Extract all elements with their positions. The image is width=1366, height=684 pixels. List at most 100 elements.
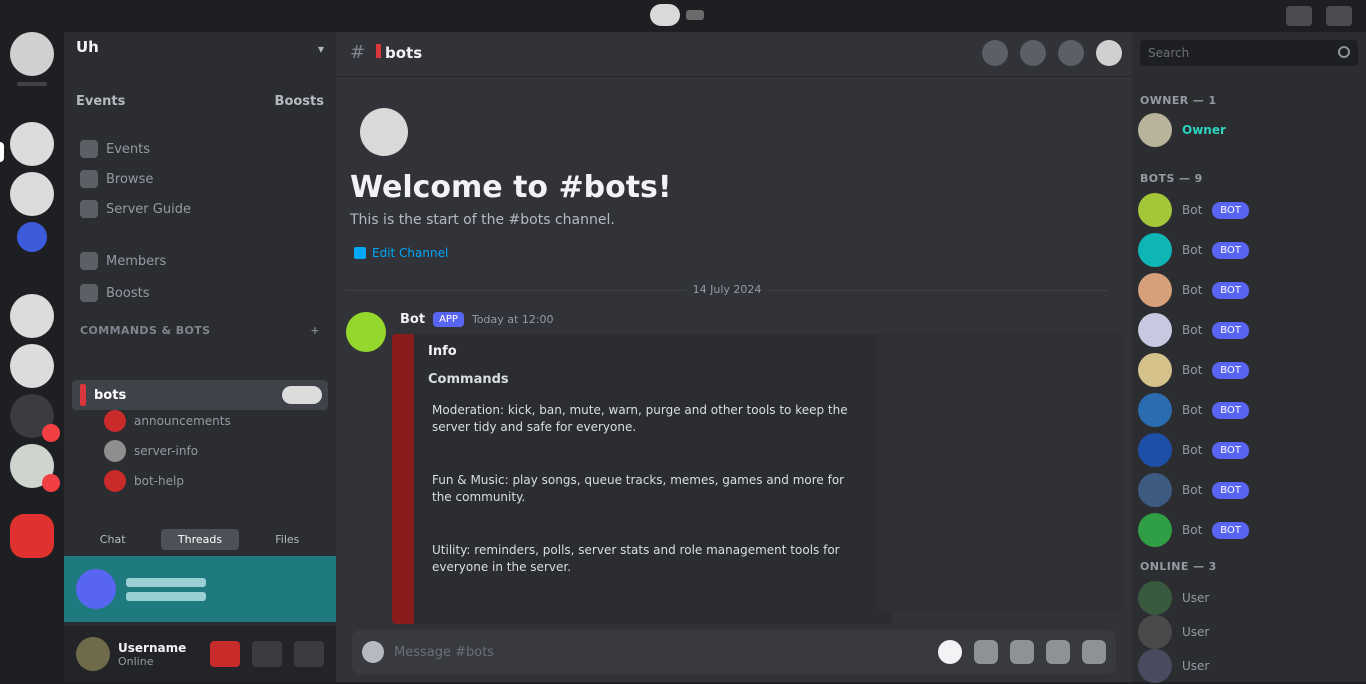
member-item[interactable]: Bot BOT (1138, 352, 1360, 388)
sidebar-tabs: Events Boosts (76, 88, 324, 114)
voice-avatar (76, 569, 116, 609)
guild-name[interactable]: Uh (76, 38, 99, 56)
bot-tag: BOT (1212, 521, 1249, 539)
sidebar-tab-events[interactable]: Events (76, 94, 125, 109)
thread-item[interactable]: announcements (104, 410, 231, 432)
member-list-icon[interactable] (1096, 40, 1122, 66)
server-icon[interactable] (10, 344, 54, 388)
apps-icon[interactable] (1082, 640, 1106, 664)
threads-icon[interactable] (982, 40, 1008, 66)
avatar (1138, 233, 1172, 267)
thread-item[interactable]: bot-help (104, 470, 184, 492)
thread-item[interactable]: server-info (104, 440, 198, 462)
channel-header: # bots (336, 32, 1132, 77)
member-item[interactable]: Bot BOT (1138, 432, 1360, 468)
member-item[interactable]: User (1138, 580, 1360, 616)
avatar (1138, 513, 1172, 547)
member-name: Bot (1182, 483, 1203, 497)
selected-channel[interactable]: bots (72, 380, 328, 410)
member-name: Owner (1182, 123, 1226, 137)
server-icon[interactable] (10, 122, 54, 166)
composer-placeholder[interactable]: Message #bots (394, 645, 494, 660)
voice-panel[interactable] (64, 556, 336, 622)
member-name: User (1182, 591, 1210, 605)
selected-channel-label: bots (94, 387, 127, 403)
bell-icon[interactable] (1020, 40, 1046, 66)
thread-avatar (104, 410, 126, 432)
member-item[interactable]: Bot BOT (1138, 232, 1360, 268)
guide-icon (80, 200, 98, 218)
tab-threads[interactable]: Threads (161, 528, 239, 550)
server-icon[interactable] (10, 294, 54, 338)
browse-icon (80, 170, 98, 188)
tab-files[interactable]: Files (249, 529, 326, 550)
maximize-button[interactable] (1326, 6, 1352, 26)
channel-item[interactable]: Server Guide (80, 198, 191, 220)
member-item[interactable]: Bot BOT (1138, 192, 1360, 228)
voice-line (126, 591, 206, 601)
avatar (1138, 273, 1172, 307)
pin-icon[interactable] (1058, 40, 1084, 66)
avatar (1138, 649, 1172, 683)
tab-chat[interactable]: Chat (74, 529, 151, 550)
emoji-icon[interactable] (1046, 640, 1070, 664)
calendar-icon (80, 140, 98, 158)
member-item[interactable]: Bot BOT (1138, 392, 1360, 428)
settings-button[interactable] (294, 641, 324, 667)
chat-area: # bots Welcome to #bots! This is the sta… (336, 32, 1132, 682)
window-title-mark (686, 10, 704, 20)
channel-item[interactable]: Boosts (80, 282, 149, 304)
avatar[interactable] (76, 637, 110, 671)
member-item[interactable]: Bot BOT (1138, 472, 1360, 508)
gif-icon[interactable] (974, 640, 998, 664)
header-icons (982, 40, 1122, 66)
channel-item[interactable]: Browse (80, 168, 153, 190)
composer-tools (938, 640, 1106, 664)
channel-item[interactable]: Members (80, 250, 166, 272)
member-item[interactable]: Bot BOT (1138, 272, 1360, 308)
mute-mic-button[interactable] (210, 641, 240, 667)
server-icon[interactable] (10, 394, 60, 442)
bot-tag: BOT (1212, 361, 1249, 379)
plus-icon[interactable]: + (310, 324, 320, 337)
member-name: Bot (1182, 203, 1203, 217)
member-item[interactable]: User (1138, 648, 1360, 684)
rail-separator (17, 82, 47, 86)
thread-label: announcements (134, 414, 231, 428)
embed-subtitle: Commands (428, 372, 509, 387)
chevron-down-icon[interactable]: ▾ (318, 42, 324, 56)
member-item[interactable]: Bot BOT (1138, 512, 1360, 548)
member-item[interactable]: User (1138, 614, 1360, 650)
home-button[interactable] (10, 32, 54, 76)
search-icon (1338, 46, 1350, 58)
sticker-icon[interactable] (1010, 640, 1034, 664)
discord-logo-icon (650, 4, 680, 26)
server-icon[interactable] (10, 444, 60, 492)
add-attachment-icon[interactable] (362, 641, 384, 663)
member-item[interactable]: Owner (1138, 112, 1360, 148)
date-divider: 14 July 2024 (346, 283, 1108, 296)
message-composer[interactable]: Message #bots (352, 630, 1116, 674)
avatar (1138, 193, 1172, 227)
server-icon[interactable] (10, 172, 54, 216)
title-bar (0, 0, 1366, 32)
server-icon[interactable] (17, 222, 47, 252)
thread-label: server-info (134, 444, 199, 458)
minimize-button[interactable] (1286, 6, 1312, 26)
avatar[interactable] (346, 312, 386, 352)
server-icon[interactable] (10, 514, 54, 558)
message-author[interactable]: Bot (400, 312, 425, 327)
message-embed: Info Commands Moderation: kick, ban, mut… (392, 334, 892, 624)
channel-category[interactable]: COMMANDS & BOTS + (80, 324, 320, 337)
edit-channel-link[interactable]: Edit Channel (354, 246, 448, 260)
member-item[interactable]: Bot BOT (1138, 312, 1360, 348)
thread-label: bot-help (134, 474, 184, 488)
headphones-button[interactable] (252, 641, 282, 667)
channel-item[interactable]: Events (80, 138, 150, 160)
voice-line (126, 577, 206, 587)
member-name: Bot (1182, 523, 1203, 537)
sidebar-tab-boosts[interactable]: Boosts (275, 94, 324, 109)
gift-icon[interactable] (938, 640, 962, 664)
search-input[interactable]: Search (1140, 40, 1358, 66)
member-name: User (1182, 659, 1210, 673)
